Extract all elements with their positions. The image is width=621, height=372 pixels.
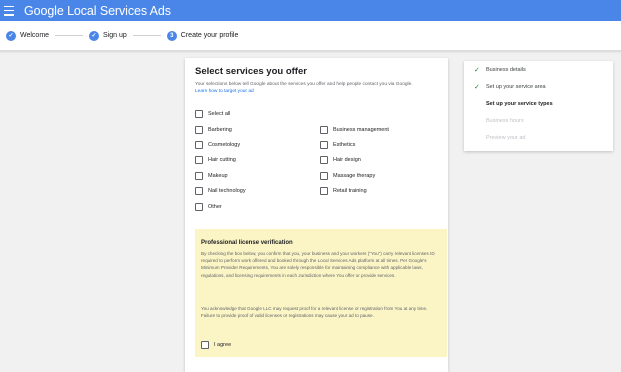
progress-item-business-hours: Business hours bbox=[474, 118, 524, 124]
progress-item-business-details[interactable]: ✓ Business details bbox=[474, 66, 526, 74]
service-checkbox-hair-cutting[interactable]: Hair cutting bbox=[195, 156, 236, 164]
check-icon: ✓ bbox=[89, 30, 100, 41]
license-verification-panel: Professional license verification By che… bbox=[195, 229, 447, 357]
checkbox-label: Esthetics bbox=[333, 142, 356, 148]
step-connector bbox=[55, 35, 84, 36]
progress-label: Set up your service types bbox=[486, 101, 553, 107]
progress-item-service-area[interactable]: ✓ Set up your service area bbox=[474, 83, 546, 91]
checkbox-box[interactable] bbox=[320, 141, 328, 149]
service-checkbox-hair-design[interactable]: Hair design bbox=[320, 156, 361, 164]
progress-label: Business details bbox=[486, 67, 526, 73]
app-title: Google Local Services Ads bbox=[24, 3, 171, 18]
service-checkbox-other[interactable]: Other bbox=[195, 203, 222, 211]
license-paragraph: You acknowledge that Google LLC may requ… bbox=[201, 306, 428, 319]
step-label: Sign up bbox=[103, 32, 127, 39]
progress-label: Preview your ad bbox=[486, 135, 526, 141]
checkbox-box[interactable] bbox=[195, 156, 203, 164]
profile-progress-card: ✓ Business details ✓ Set up your service… bbox=[464, 61, 613, 151]
checkbox-label: I agree bbox=[214, 342, 232, 348]
checkbox-label: Nail technology bbox=[208, 188, 246, 194]
check-icon: ✓ bbox=[474, 67, 480, 74]
description-text: Your selections below tell Google about … bbox=[195, 82, 413, 87]
step-number-badge: 3 bbox=[166, 30, 177, 41]
checkbox-label: Retail training bbox=[333, 188, 367, 194]
checkbox-box[interactable] bbox=[195, 110, 203, 118]
checkbox-box[interactable] bbox=[195, 203, 203, 211]
signup-stepper: ✓ Welcome ✓ Sign up 3 Create your profil… bbox=[0, 21, 621, 51]
service-checkbox-cosmetology[interactable]: Cosmetology bbox=[195, 141, 240, 149]
checkbox-label: Business management bbox=[333, 127, 389, 133]
service-checkbox-barbering[interactable]: Barbering bbox=[195, 126, 232, 134]
checkbox-box[interactable] bbox=[195, 172, 203, 180]
learn-targeting-link[interactable]: Learn how to target your ad bbox=[195, 89, 445, 96]
checkbox-label: Cosmetology bbox=[208, 142, 241, 148]
step-sign-up[interactable]: ✓ Sign up bbox=[89, 30, 127, 41]
checkbox-label: Hair cutting bbox=[208, 157, 236, 163]
checkbox-box[interactable] bbox=[320, 187, 328, 195]
license-title: Professional license verification bbox=[201, 240, 293, 246]
service-checkbox-retail-training[interactable]: Retail training bbox=[320, 187, 367, 195]
step-label: Create your profile bbox=[180, 32, 239, 39]
service-checkbox-massage-therapy[interactable]: Massage therapy bbox=[320, 172, 375, 180]
progress-item-service-types[interactable]: Set up your service types bbox=[474, 101, 553, 107]
step-welcome[interactable]: ✓ Welcome bbox=[6, 30, 50, 41]
select-all-checkbox[interactable]: Select all bbox=[195, 110, 230, 118]
checkbox-label: Massage therapy bbox=[333, 173, 376, 179]
page-title: Select services you offer bbox=[195, 66, 307, 77]
license-paragraph: By checking the box below, you confirm t… bbox=[201, 251, 435, 278]
step-connector bbox=[132, 35, 161, 36]
progress-item-preview-ad: Preview your ad bbox=[474, 135, 525, 141]
checkbox-box[interactable] bbox=[195, 187, 203, 195]
services-card: Select services you offer Your selection… bbox=[185, 58, 448, 372]
agree-checkbox[interactable]: I agree bbox=[201, 341, 231, 349]
check-icon: ✓ bbox=[6, 30, 16, 41]
progress-label: Business hours bbox=[486, 118, 524, 124]
check-icon: ✓ bbox=[474, 84, 480, 91]
checkbox-label: Hair design bbox=[333, 157, 361, 163]
progress-label: Set up your service area bbox=[486, 84, 546, 90]
checkbox-label: Select all bbox=[208, 111, 231, 117]
service-checkbox-esthetics[interactable]: Esthetics bbox=[320, 141, 355, 149]
checkbox-label: Barbering bbox=[208, 127, 232, 133]
service-checkbox-nail-technology[interactable]: Nail technology bbox=[195, 187, 246, 195]
step-label: Welcome bbox=[20, 32, 50, 39]
service-checkbox-makeup[interactable]: Makeup bbox=[195, 172, 228, 180]
step-create-profile[interactable]: 3 Create your profile bbox=[166, 30, 239, 41]
checkbox-box[interactable] bbox=[195, 126, 203, 134]
checkbox-box[interactable] bbox=[201, 341, 209, 349]
checkbox-box[interactable] bbox=[320, 172, 328, 180]
top-app-bar: Google Local Services Ads bbox=[0, 0, 621, 21]
checkbox-label: Other bbox=[208, 204, 222, 210]
service-checkbox-business-management[interactable]: Business management bbox=[320, 126, 389, 134]
checkbox-box[interactable] bbox=[320, 126, 328, 134]
menu-icon[interactable] bbox=[4, 5, 18, 17]
checkbox-box[interactable] bbox=[320, 156, 328, 164]
checkbox-label: Makeup bbox=[208, 173, 228, 179]
services-description: Your selections below tell Google about … bbox=[195, 82, 445, 95]
checkbox-box[interactable] bbox=[195, 141, 203, 149]
